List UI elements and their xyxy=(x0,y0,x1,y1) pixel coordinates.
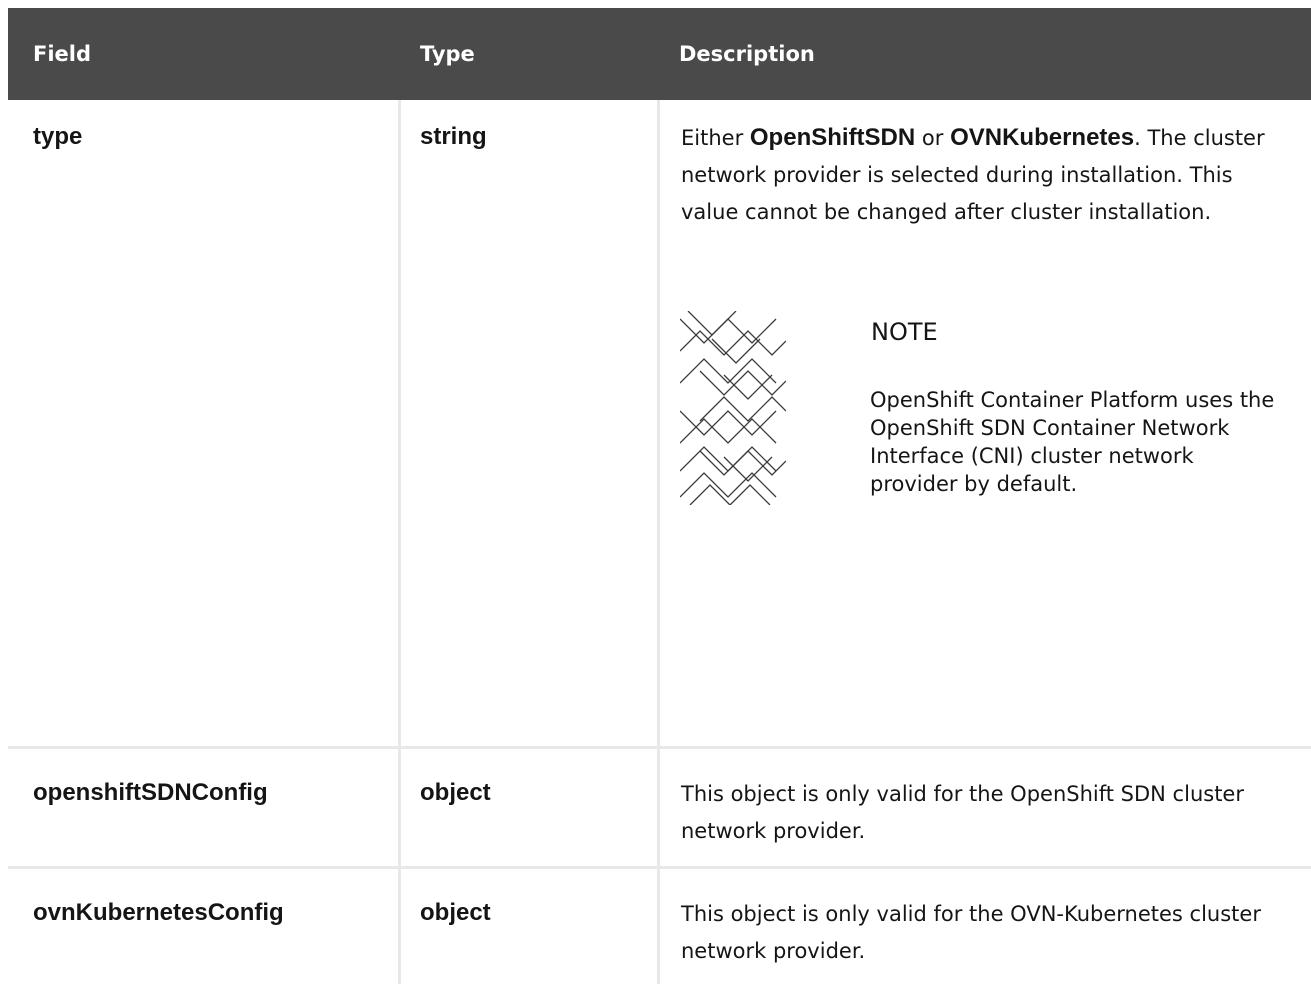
row-divider xyxy=(8,746,1311,749)
column-header-type: Type xyxy=(420,42,475,66)
note-pattern-icon xyxy=(680,311,786,505)
row-divider xyxy=(8,866,1311,869)
column-header-field: Field xyxy=(33,42,92,66)
option-ovnkubernetes: OVNKubernetes xyxy=(950,124,1135,151)
field-type: string xyxy=(420,123,487,150)
field-description: Either OpenShiftSDN or OVNKubernetes. Th… xyxy=(681,124,1265,224)
field-name: openshiftSDNConfig xyxy=(33,779,268,806)
field-description: This object is only valid for the OpenSh… xyxy=(681,782,1244,843)
table-header: Field Type Description xyxy=(8,8,1311,100)
column-header-description: Description xyxy=(679,42,815,66)
field-name: ovnKubernetesConfig xyxy=(33,899,284,926)
column-divider xyxy=(398,100,401,984)
option-openshiftsdn: OpenShiftSDN xyxy=(749,124,916,151)
field-type: object xyxy=(420,779,491,806)
note-text: OpenShift Container Platform uses the Op… xyxy=(870,388,1275,496)
field-name: type xyxy=(33,123,83,150)
column-divider xyxy=(657,100,660,984)
note-title: NOTE xyxy=(871,318,938,346)
field-description: This object is only valid for the OVN-Ku… xyxy=(681,902,1261,963)
field-type: object xyxy=(420,899,491,926)
